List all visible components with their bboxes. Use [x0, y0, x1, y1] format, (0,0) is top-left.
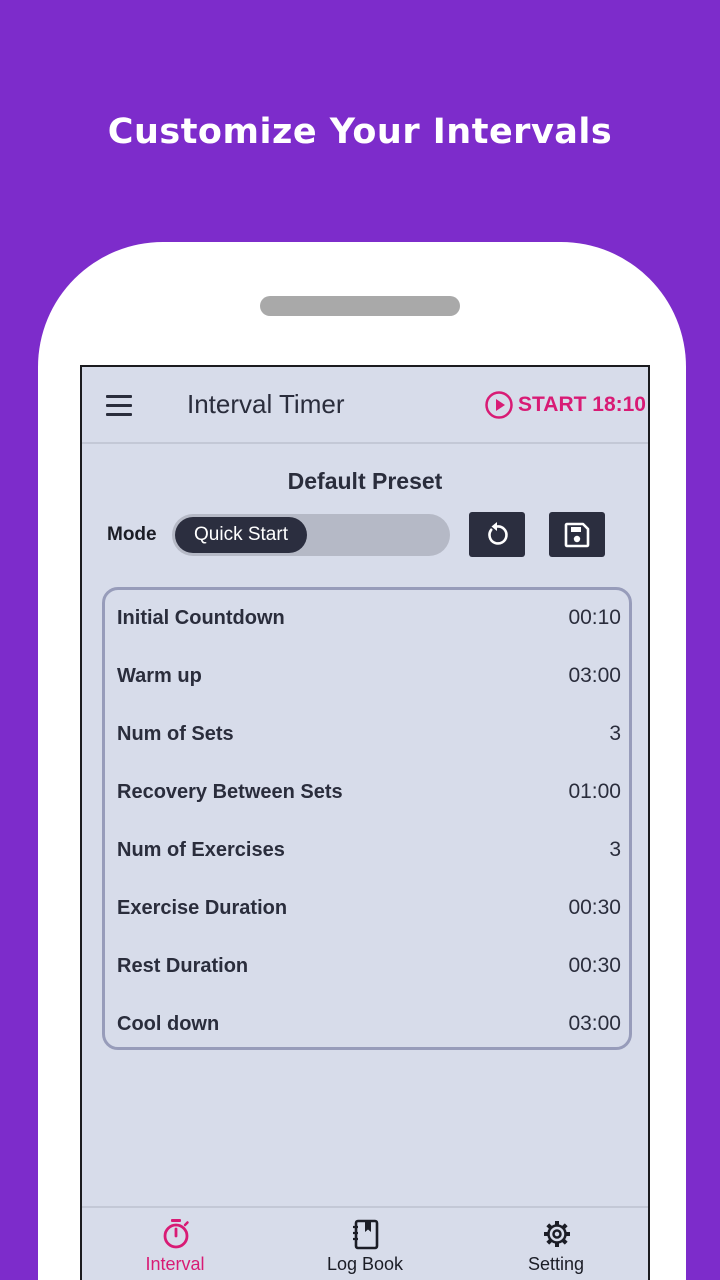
- setting-row-rest-duration[interactable]: Rest Duration 00:30: [117, 951, 621, 981]
- setting-value: 01:00: [568, 780, 621, 803]
- setting-row-initial-countdown[interactable]: Initial Countdown 00:10: [117, 603, 621, 633]
- setting-value: 00:30: [568, 896, 621, 919]
- start-button[interactable]: START 18:10: [484, 389, 646, 421]
- setting-value: 3: [609, 722, 621, 745]
- play-circle-icon: [485, 391, 513, 419]
- setting-label: Recovery Between Sets: [117, 780, 343, 803]
- setting-row-num-of-exercises[interactable]: Num of Exercises 3: [117, 835, 621, 865]
- setting-value: 3: [609, 838, 621, 861]
- setting-value: 00:10: [568, 606, 621, 629]
- setting-row-exercise-duration[interactable]: Exercise Duration 00:30: [117, 893, 621, 923]
- setting-label: Num of Exercises: [117, 838, 285, 861]
- app-screen: Interval Timer START 18:10 Default Prese…: [80, 365, 650, 1280]
- interval-settings-list: Initial Countdown 00:10 Warm up 03:00 Nu…: [102, 587, 632, 1050]
- nav-tab-interval[interactable]: Interval: [105, 1208, 245, 1280]
- preset-title: Default Preset: [287, 468, 443, 494]
- setting-label: Exercise Duration: [117, 896, 288, 919]
- phone-speaker: [260, 296, 460, 316]
- setting-value: 03:00: [568, 1012, 621, 1035]
- mode-label: Mode: [107, 524, 157, 545]
- setting-label: Num of Sets: [117, 722, 234, 745]
- stopwatch-icon: [163, 1219, 189, 1249]
- nav-tab-label: Log Book: [326, 1254, 404, 1274]
- setting-row-warm-up[interactable]: Warm up 03:00: [117, 661, 621, 691]
- mode-toggle[interactable]: Quick Start: [172, 514, 450, 556]
- start-button-label: START 18:10: [518, 393, 646, 416]
- setting-label: Warm up: [117, 664, 202, 687]
- setting-row-recovery-between-sets[interactable]: Recovery Between Sets 01:00: [117, 777, 621, 807]
- nav-tab-label: Setting: [527, 1254, 585, 1274]
- setting-row-num-of-sets[interactable]: Num of Sets 3: [117, 719, 621, 749]
- promo-headline: Customize Your Intervals: [107, 112, 613, 152]
- app-bar: Interval Timer START 18:10: [82, 367, 648, 444]
- setting-value: 03:00: [568, 664, 621, 687]
- nav-tab-setting[interactable]: Setting: [486, 1208, 626, 1280]
- gear-icon: [544, 1221, 570, 1247]
- app-title: Interval Timer: [187, 389, 345, 419]
- hamburger-menu-icon[interactable]: [106, 395, 134, 417]
- nav-tab-log-book[interactable]: Log Book: [295, 1208, 435, 1280]
- reset-icon: [488, 521, 508, 545]
- setting-label: Rest Duration: [117, 954, 249, 977]
- save-icon: [564, 522, 590, 547]
- setting-label: Cool down: [117, 1012, 220, 1035]
- bottom-navigation: Interval Log Book Setting: [82, 1206, 648, 1280]
- notebook-icon: [353, 1219, 379, 1250]
- save-button[interactable]: [549, 512, 605, 557]
- setting-value: 00:30: [568, 954, 621, 977]
- setting-label: Initial Countdown: [117, 606, 285, 629]
- mode-selected-value: Quick Start: [175, 517, 307, 553]
- reset-button[interactable]: [469, 512, 525, 557]
- setting-row-cool-down[interactable]: Cool down 03:00: [117, 1009, 621, 1039]
- nav-tab-label: Interval: [145, 1254, 205, 1274]
